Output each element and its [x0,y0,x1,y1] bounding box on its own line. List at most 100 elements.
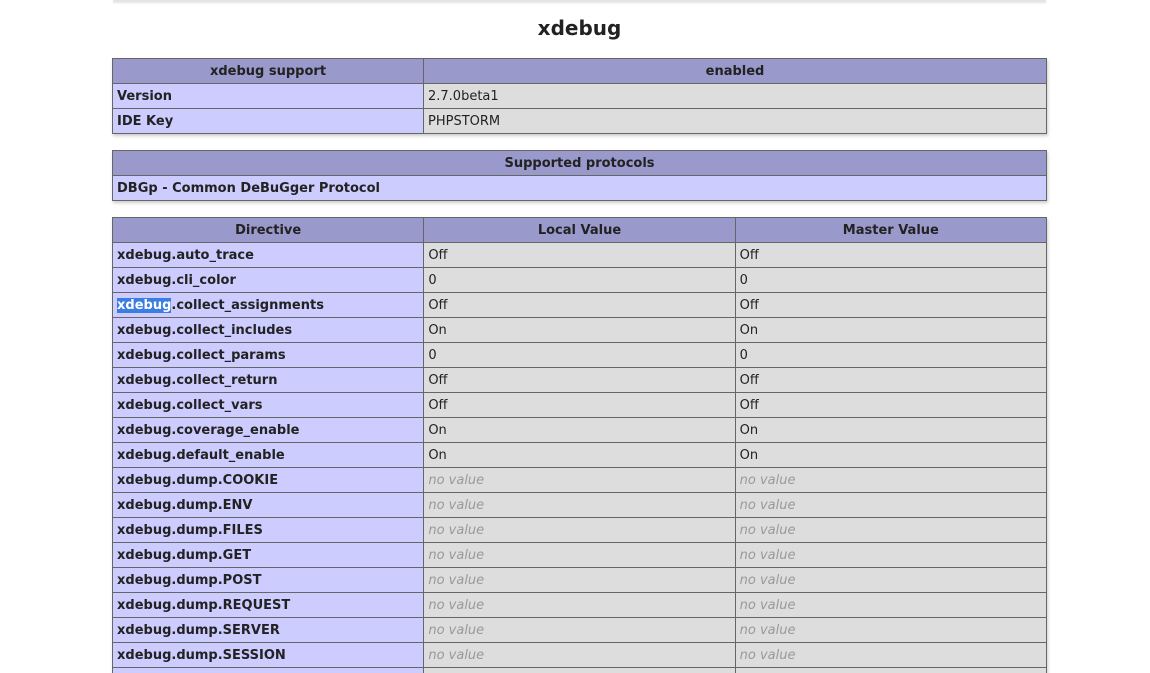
directive-name-text: xdebug.dump.SESSION [117,647,286,663]
directive-name[interactable]: xdebug.dump.FILES [111,517,425,543]
no-value-text: no value [739,497,796,513]
table-row: xdebug.dump.FILES no value no value [111,517,1048,543]
directive-name[interactable]: xdebug.collect_assignments [111,292,425,318]
master-value: Off [734,367,1048,393]
directive-value: 2.7.0beta1 [423,83,1047,109]
local-value: no value [423,592,736,618]
master-value-text: Off [739,297,759,313]
master-value: 0 [734,342,1048,368]
local-value: Off [423,292,736,318]
master-value: no value [734,617,1048,643]
table-row: xdebug.dump.COOKIE no value no value [111,467,1048,493]
directives-body: xdebug.auto_trace Off Off xdebug.cli_color 0… [111,242,1048,673]
local-value-text: Off [428,247,448,263]
master-value-text: Off [739,247,759,263]
header-cell-directive: Directive [111,217,425,243]
table-row: xdebug.collect_assignments Off Off [111,292,1048,318]
master-value [734,667,1048,673]
directive-name[interactable]: xdebug.dump.SESSION [111,642,425,668]
directive-name[interactable]: xdebug.dump.COOKIE [111,467,425,493]
master-value-text: On [739,447,759,463]
directives-table: Directive Local Value Master Value xdebu… [111,217,1048,673]
local-value-text: Off [428,297,448,313]
directive-name[interactable]: xdebug.collect_vars [111,392,425,418]
directive-name[interactable]: xdebug.default_enable [111,442,425,468]
master-value: no value [734,542,1048,568]
master-value: On [734,417,1048,443]
table-row: xdebug.coverage_enable On On [111,417,1048,443]
directive-name[interactable]: xdebug.dump.GET [111,542,425,568]
no-value-text: no value [739,647,796,663]
table-row: DBGp - Common DeBuGger Protocol [112,175,1047,201]
local-value: no value [423,492,736,518]
local-value: no value [423,517,736,543]
header-cell: Supported protocols [112,150,1047,176]
table-row: xdebug.dump.SERVER no value no value [111,617,1048,643]
local-value-text: On [428,447,447,463]
directive-name[interactable]: xdebug.dump.REQUEST [111,592,425,618]
directive-name[interactable]: xdebug.collect_includes [111,317,425,343]
no-value-text: no value [428,647,485,663]
directive-name[interactable]: xdebug.coverage_enable [111,417,425,443]
table-header-row: xdebug support enabled [112,58,1047,84]
directive-name-text: xdebug.dump.COOKIE [117,472,279,488]
master-value-text: 0 [739,272,748,288]
master-value: no value [734,592,1048,618]
directive-name-text: xdebug.dump.POST [117,572,262,588]
master-value: no value [734,517,1048,543]
master-value-text: On [739,322,759,338]
no-value-text: no value [428,547,485,563]
directive-name[interactable]: xdebug.collect_params [111,342,425,368]
master-value-text: On [739,422,759,438]
table-row: IDE Key PHPSTORM [112,108,1047,134]
xdebug-support-table: xdebug support enabled Version 2.7.0beta… [112,58,1047,134]
directive-name[interactable]: xdebug.cli_color [111,267,425,293]
table-row: Version 2.7.0beta1 [112,83,1047,109]
directive-name[interactable] [111,667,425,673]
local-value: 0 [423,342,736,368]
local-value: On [423,317,736,343]
local-value-text: 0 [428,272,437,288]
directive-name-text: xdebug.dump.GET [117,547,252,563]
no-value-text: no value [428,497,485,513]
directive-name-text: xdebug.collect_includes [117,322,293,338]
table-row: xdebug.collect_vars Off Off [111,392,1048,418]
directive-name[interactable]: xdebug.dump.ENV [111,492,425,518]
directive-name-text: xdebug.dump.ENV [117,497,253,513]
directive-name-text: xdebug.coverage_enable [117,422,300,438]
table-row: xdebug.collect_includes On On [111,317,1048,343]
directive-name[interactable]: xdebug.dump.POST [111,567,425,593]
directive-name[interactable]: xdebug.collect_return [111,367,425,393]
local-value: 0 [423,267,736,293]
no-value-text: no value [739,622,796,638]
no-value-text: no value [428,472,485,488]
table-row: xdebug.dump.POST no value no value [111,567,1048,593]
table-row: xdebug.cli_color 0 0 [111,267,1048,293]
table-row: xdebug.dump.SESSION no value no value [111,642,1048,668]
protocol-name: DBGp - Common DeBuGger Protocol [112,175,1047,201]
header-cell: enabled [423,58,1047,84]
local-value: no value [423,617,736,643]
selected-text[interactable]: xdebug [117,297,172,313]
supported-protocols-table: Supported protocols DBGp - Common DeBuGg… [112,150,1047,201]
table-row: xdebug.default_enable On On [111,442,1048,468]
local-value: Off [423,392,736,418]
no-value-text: no value [739,597,796,613]
directive-name: IDE Key [112,108,424,134]
no-value-text: no value [428,522,485,538]
local-value-text: Off [428,372,448,388]
master-value-text: Off [739,372,759,388]
local-value-text: On [428,322,447,338]
directive-name-text: xdebug.collect_return [117,372,278,388]
directive-name-text: xdebug.default_enable [117,447,285,463]
master-value-text: 0 [739,347,748,363]
directive-name[interactable]: xdebug.auto_trace [111,242,425,268]
directive-name[interactable]: xdebug.dump.SERVER [111,617,425,643]
master-value: no value [734,467,1048,493]
top-divider [113,0,1046,2]
header-cell-master-value: Master Value [734,217,1048,243]
local-value [423,667,736,673]
no-value-text: no value [739,547,796,563]
directive-name-text: xdebug.auto_trace [117,247,254,263]
directive-name-text: xdebug.cli_color [117,272,236,288]
